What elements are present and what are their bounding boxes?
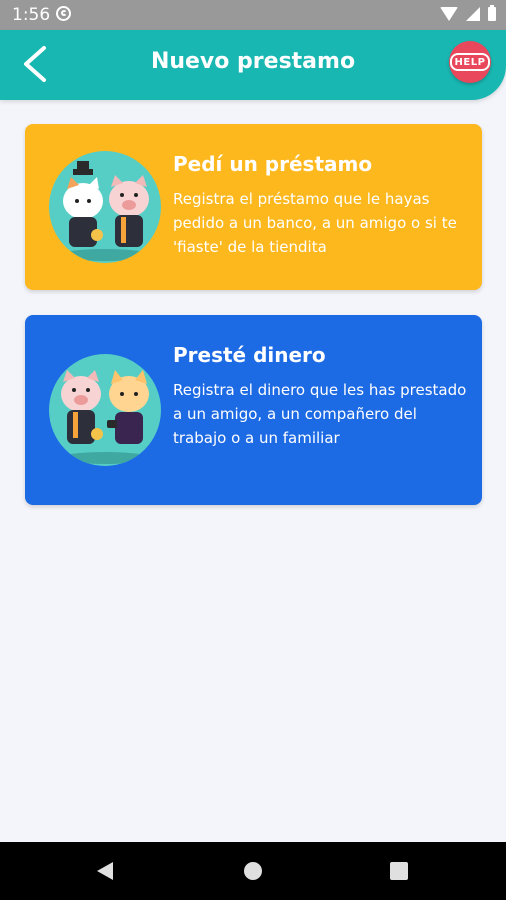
borrow-loan-card[interactable]: Pedí un préstamo Registra el préstamo qu… (25, 124, 482, 290)
help-label: HELP (449, 53, 491, 71)
card-description: Registra el dinero que les has prestado … (173, 381, 467, 447)
nav-recents-icon[interactable] (390, 862, 408, 880)
lend-money-card[interactable]: Presté dinero Registra el dinero que les… (25, 315, 482, 505)
pig-and-cat-illustration (49, 354, 161, 466)
cat-and-pig-illustration (49, 151, 161, 263)
help-button[interactable]: HELP (449, 41, 491, 83)
page-title: Nuevo prestamo (150, 49, 356, 74)
nav-back-icon[interactable] (97, 862, 113, 880)
sync-icon (56, 6, 71, 21)
status-time: 1:56 (12, 5, 51, 25)
app-bar: Nuevo prestamo HELP (0, 30, 506, 100)
card-title: Presté dinero (173, 343, 326, 367)
system-nav-bar (0, 842, 506, 900)
card-description: Registra el préstamo que le hayas pedido… (173, 190, 457, 256)
status-icons (440, 5, 496, 21)
status-bar: 1:56 (0, 0, 506, 30)
card-title: Pedí un préstamo (173, 152, 373, 176)
battery-icon (488, 5, 496, 21)
wifi-icon (440, 7, 458, 21)
signal-icon (466, 7, 480, 21)
nav-home-icon[interactable] (244, 862, 262, 880)
